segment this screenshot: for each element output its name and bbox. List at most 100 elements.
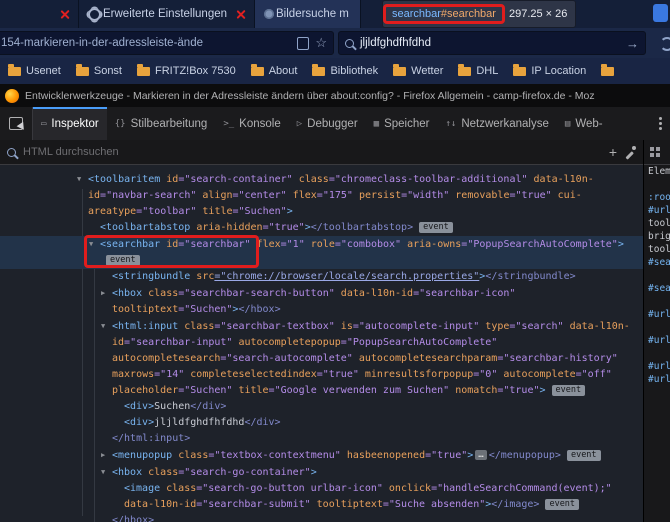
closing-tag-token[interactable]: </hbox> [112,515,154,522]
attr-value-token[interactable]: ="toolbar" [136,206,196,217]
tab-strip-right-button[interactable] [653,4,668,22]
attr-name-token[interactable]: tooltiptext [311,499,383,510]
markup-node[interactable]: ▼<html:input class="searchbar-textbox" i… [0,318,643,399]
add-node-button[interactable]: + [609,144,617,160]
tab-close-icon[interactable] [60,10,69,19]
closing-tag-token[interactable]: </div> [244,417,280,428]
closing-tag-token[interactable]: </toolbartabstop> [311,222,413,233]
attr-value-token[interactable]: ="search-autocomplete" [220,353,352,364]
panel-options-button[interactable] [651,107,670,140]
reload-icon[interactable] [660,37,670,51]
attr-value-token[interactable]: ="chromeclass-toolbar-additional" [329,174,528,185]
attr-name-token[interactable]: src [190,271,214,282]
attr-value-token[interactable]: ="handleSearchCommand(event);" [431,483,612,494]
markup-node[interactable]: <div>Suchen</div> [0,399,643,415]
attr-value-token[interactable]: ="true" [317,369,359,380]
tag-bracket-token[interactable]: > [311,467,317,478]
attr-value-token[interactable]: ="0" [473,369,497,380]
attr-name-token[interactable]: id [160,174,178,185]
attr-value-token[interactable]: ="searchbar-icon" [413,288,515,299]
event-badge[interactable]: event [567,450,601,461]
attr-name-token[interactable]: title [232,385,268,396]
tag-bracket-token[interactable]: > [618,239,624,250]
attr-name-token[interactable]: is [335,321,353,332]
css-selector-fragment[interactable]: brigh [644,230,670,243]
tag-bracket-token[interactable]: > [287,206,293,217]
collapsed-ellipsis[interactable]: … [475,450,486,460]
attr-name-token[interactable]: placeholder [112,385,178,396]
bookmark-item[interactable]: FRITZ!Box 7530 [137,65,236,77]
markup-node[interactable]: <toolbartabstop aria-hidden="true"></too… [0,220,643,236]
browser-tab[interactable]: Erweiterte Einstellungen [79,0,255,28]
attr-value-token[interactable]: ="off" [576,369,612,380]
attr-value-token[interactable]: ="width" [401,190,449,201]
closing-tag-token[interactable]: </div> [190,401,226,412]
devtools-tab-inspector[interactable]: ▭Inspektor [33,107,107,140]
css-selector-fragment[interactable] [644,321,670,334]
attr-name-token[interactable]: tooltiptext [112,304,178,315]
tag-token[interactable]: <div [124,417,148,428]
attr-value-token[interactable]: ="autocomplete-input" [353,321,479,332]
css-selector-fragment[interactable]: :roo [644,191,670,204]
attr-name-token[interactable]: autocompletesearch [112,353,220,364]
attr-name-token[interactable]: aria-hidden [190,222,262,233]
attr-value-token[interactable]: ="Suchen" [233,206,287,217]
attr-name-token[interactable]: title [196,206,232,217]
attr-value-token[interactable]: ="PopupSearchAutoComplete" [341,337,498,348]
attr-name-token[interactable]: maxrows [112,369,154,380]
css-selector-fragment[interactable]: #url [644,360,670,373]
markup-node[interactable]: <div>jljldfghdfhfdhd</div> [0,415,643,431]
markup-node[interactable]: ▼<searchbar id="searchbar" flex="1" role… [0,236,643,269]
css-selector-fragment[interactable]: toolb [644,217,670,230]
attr-name-token[interactable]: flex [251,239,281,250]
attr-name-token[interactable]: class [142,288,178,299]
expand-arrow-icon[interactable]: ▼ [101,464,112,480]
pick-element-button[interactable] [0,107,33,140]
attr-value-token[interactable]: ="searchbar-textbox" [214,321,334,332]
expand-arrow-icon[interactable]: ▶ [101,447,112,463]
attr-value-token[interactable]: ="searchbar" [178,239,250,250]
attr-name-token[interactable]: class [172,450,208,461]
attr-name-token[interactable]: onclick [383,483,431,494]
tag-bracket-token[interactable]: > [540,385,546,396]
expand-arrow-icon[interactable]: ▼ [89,236,100,252]
attr-name-token[interactable]: autocomplete [497,369,575,380]
closing-tag-token[interactable]: </image> [491,499,539,510]
devtools-tab-debugger[interactable]: ▷Debugger [289,107,366,140]
event-badge[interactable]: event [545,499,579,510]
attr-value-token[interactable]: ="search" [509,321,563,332]
css-selector-fragment[interactable]: #url [644,334,670,347]
markup-node[interactable]: ▶<hbox class="searchbar-search-button" d… [0,285,643,318]
markup-node[interactable]: <image class="search-go-button urlbar-ic… [0,481,643,513]
attr-value-token[interactable]: ="searchbar-history" [497,353,617,364]
event-badge[interactable]: event [419,222,453,233]
event-badge[interactable]: event [552,385,586,396]
bookmark-item[interactable]: Usenet [8,65,61,77]
attr-value-token[interactable]: ="search-container" [178,174,292,185]
attr-name-token[interactable]: data-l10n-id [124,499,196,510]
css-selector-fragment[interactable] [644,386,670,399]
attr-value-token[interactable]: ="searchbar-submit" [196,499,310,510]
attr-name-token[interactable]: type [479,321,509,332]
bookmark-item[interactable]: DHL [458,65,498,77]
attr-value-token[interactable]: ="true" [425,450,467,461]
markup-node[interactable]: ▶<menupopup class="textbox-contextmenu" … [0,447,643,464]
markup-node[interactable]: ▼<toolbaritem id="search-container" clas… [0,171,643,220]
devtools-tab-console[interactable]: >_Konsole [215,107,288,140]
tag-token[interactable]: <toolbartabstop [100,222,190,233]
attr-value-token[interactable]: ="Google verwenden zum Suchen" [269,385,450,396]
expand-arrow-icon[interactable]: ▼ [101,318,112,334]
attr-value-token[interactable]: ="true" [497,385,539,396]
css-selector-fragment[interactable]: #sea [644,256,670,269]
attr-value-token[interactable]: ="searchbar-search-button" [178,288,335,299]
attr-value-token[interactable]: ="PopupSearchAutoComplete" [461,239,618,250]
search-bar[interactable]: jljldfghdfhfdhd → [338,31,646,55]
bookmark-item[interactable]: Sonst [76,65,122,77]
closing-tag-token[interactable]: </hbox> [238,304,280,315]
attr-name-token[interactable]: hasbeenopened [341,450,425,461]
css-selector-fragment[interactable]: #sea [644,282,670,295]
bookmark-star-icon[interactable]: ☆ [315,35,327,51]
browser-tab[interactable]: Bildersuche m [255,0,361,28]
css-selector-fragment[interactable]: #url [644,373,670,386]
attr-value-token[interactable]: ="navbar-search" [100,190,196,201]
